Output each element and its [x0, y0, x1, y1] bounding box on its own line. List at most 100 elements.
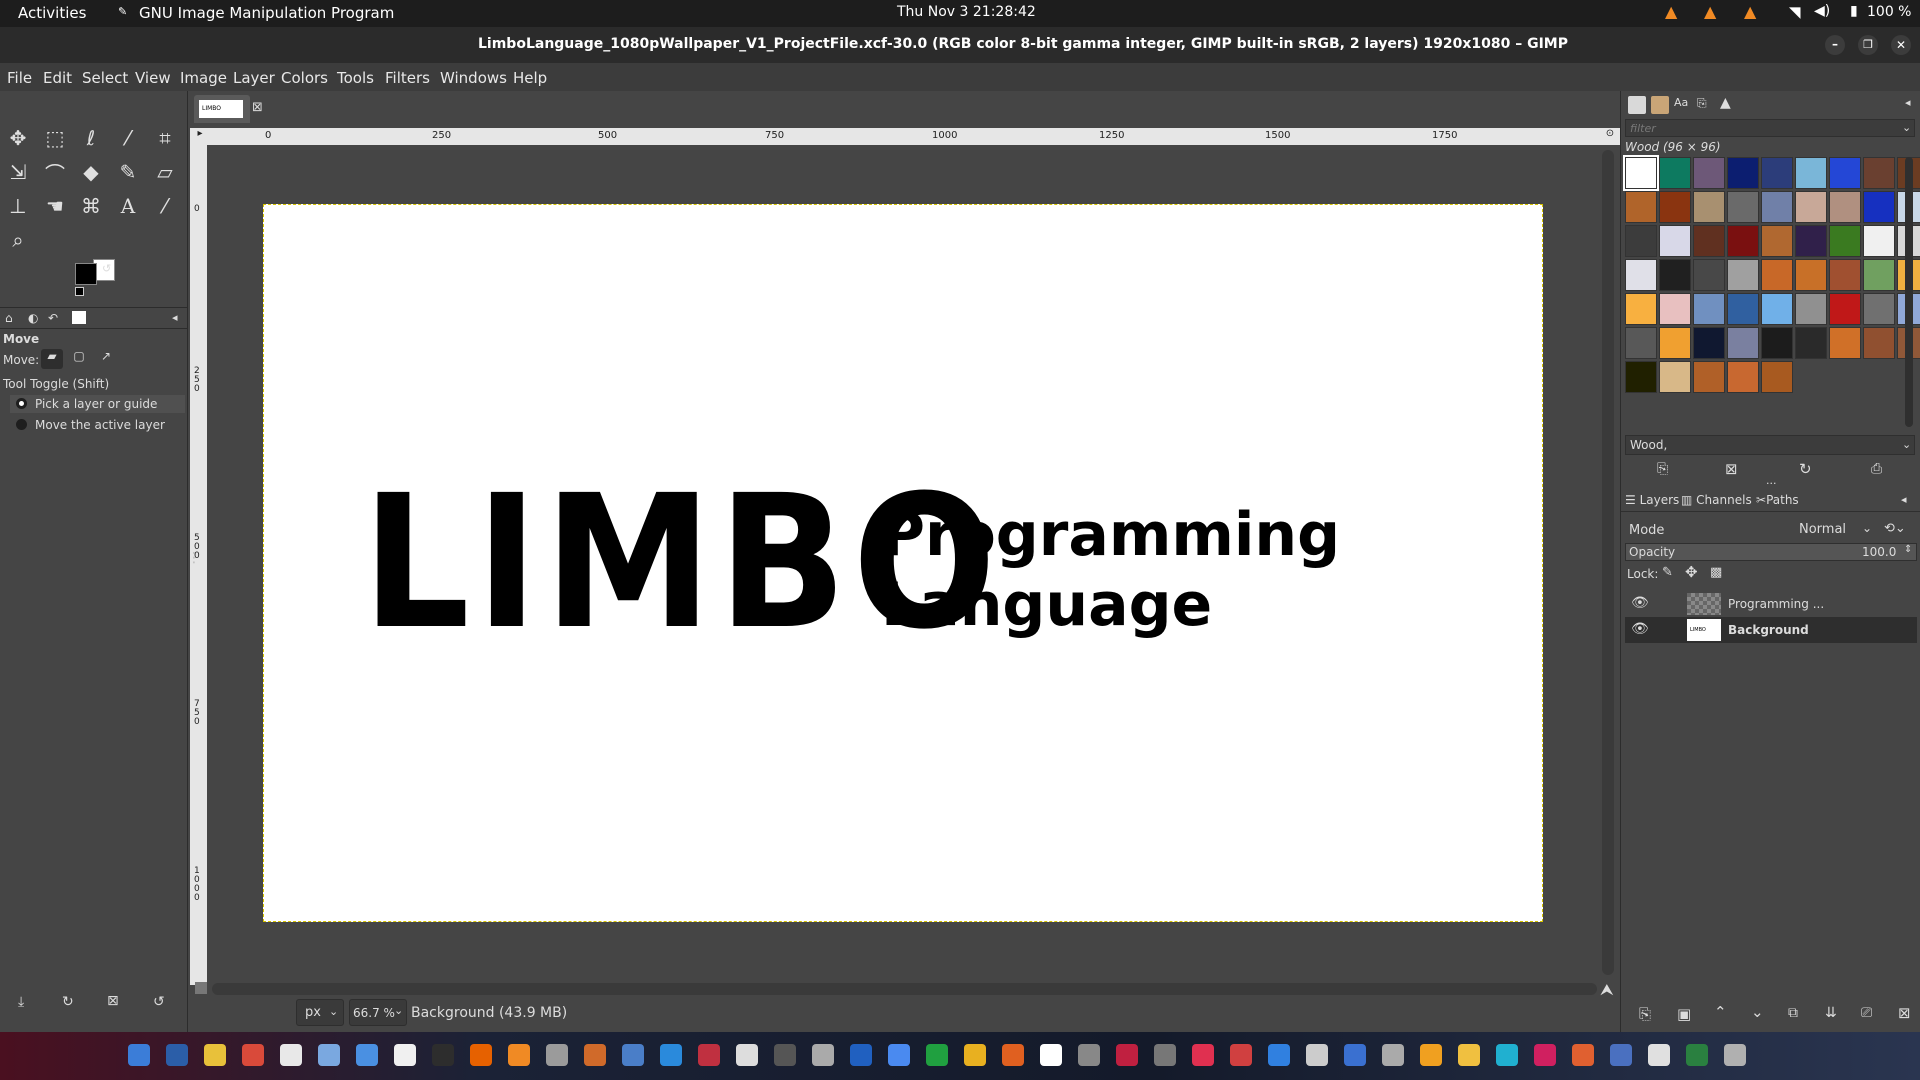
- window-title-bar[interactable]: LimboLanguage_1080pWallpaper_V1_ProjectF…: [0, 27, 1920, 63]
- pattern-swatch[interactable]: [1727, 327, 1759, 359]
- taskbar-app-icon[interactable]: [546, 1044, 568, 1066]
- taskbar-app-icon[interactable]: [432, 1044, 454, 1066]
- taskbar-app-icon[interactable]: [1192, 1044, 1214, 1066]
- taskbar-app-icon[interactable]: [1268, 1044, 1290, 1066]
- pattern-swatch[interactable]: [1625, 361, 1657, 393]
- vlc-tray-icon-3[interactable]: ▲: [1744, 2, 1756, 21]
- taskbar-app-icon[interactable]: [1116, 1044, 1138, 1066]
- pattern-swatch[interactable]: [1625, 225, 1657, 257]
- menu-edit[interactable]: Edit: [43, 69, 72, 87]
- minimize-button[interactable]: –: [1825, 35, 1845, 55]
- taskbar-app-icon[interactable]: [1306, 1044, 1328, 1066]
- pattern-swatch[interactable]: [1761, 259, 1793, 291]
- warp-tool-icon[interactable]: ⌒: [40, 157, 70, 187]
- pattern-swatch[interactable]: [1863, 259, 1895, 291]
- fuzzy-select-tool-icon[interactable]: ⁄: [113, 123, 143, 153]
- tab-channels[interactable]: ▥ Channels: [1681, 493, 1752, 507]
- pattern-swatch[interactable]: [1693, 225, 1725, 257]
- taskbar-app-icon[interactable]: [1572, 1044, 1594, 1066]
- lock-position-icon[interactable]: ✥: [1685, 563, 1698, 581]
- pattern-swatch[interactable]: [1795, 327, 1827, 359]
- pattern-swatch[interactable]: [1693, 293, 1725, 325]
- pattern-swatch[interactable]: [1829, 293, 1861, 325]
- dynamics-tab-icon[interactable]: ▲: [1720, 95, 1731, 111]
- taskbar-app-icon[interactable]: [774, 1044, 796, 1066]
- raise-layer-icon[interactable]: ⌃: [1714, 1003, 1727, 1021]
- taskbar-app-icon[interactable]: [204, 1044, 226, 1066]
- taskbar-app-icon[interactable]: [1610, 1044, 1632, 1066]
- pattern-swatch[interactable]: [1863, 157, 1895, 189]
- taskbar-app-icon[interactable]: [1154, 1044, 1176, 1066]
- pattern-swatch[interactable]: [1761, 225, 1793, 257]
- taskbar-app-icon[interactable]: [888, 1044, 910, 1066]
- menu-help[interactable]: Help: [513, 69, 547, 87]
- taskbar-app-icon[interactable]: [698, 1044, 720, 1066]
- zoom-tool-icon[interactable]: ⌕: [3, 225, 33, 255]
- taskbar-app-icon[interactable]: [1382, 1044, 1404, 1066]
- configure-tab-icon[interactable]: ◂: [172, 311, 178, 324]
- visibility-eye-icon[interactable]: 👁: [1631, 621, 1649, 637]
- menu-windows[interactable]: Windows: [440, 69, 507, 87]
- pattern-swatch[interactable]: [1795, 157, 1827, 189]
- switch-mode-icon[interactable]: ⟲⌄: [1884, 521, 1906, 536]
- taskbar-app-icon[interactable]: [812, 1044, 834, 1066]
- pattern-swatch[interactable]: [1625, 259, 1657, 291]
- menu-tools[interactable]: Tools: [337, 69, 374, 87]
- taskbar-app-icon[interactable]: [1078, 1044, 1100, 1066]
- pattern-swatch[interactable]: [1625, 327, 1657, 359]
- menu-select[interactable]: Select: [82, 69, 128, 87]
- pattern-swatch[interactable]: [1829, 259, 1861, 291]
- horizontal-scrollbar[interactable]: [212, 983, 1597, 995]
- transform-tool-icon[interactable]: ⇲: [3, 157, 33, 187]
- taskbar-app-icon[interactable]: [622, 1044, 644, 1066]
- zoom-image-when-window-resized-icon[interactable]: ⊙: [1600, 128, 1620, 145]
- navigate-icon[interactable]: ⮝: [1600, 980, 1614, 1000]
- maximize-button[interactable]: ❐: [1858, 35, 1878, 55]
- taskbar-app-icon[interactable]: [280, 1044, 302, 1066]
- lock-pixels-icon[interactable]: ✎: [1662, 565, 1673, 580]
- paths-tool-icon[interactable]: ⌘: [76, 191, 106, 221]
- horizontal-ruler[interactable]: 0 250 500 750 1000 1250 1500 1750: [210, 128, 1600, 145]
- opacity-slider[interactable]: Opacity 100.0 ⇕: [1625, 543, 1917, 561]
- app-menu-label[interactable]: GNU Image Manipulation Program: [139, 4, 394, 22]
- option-pick-layer[interactable]: Pick a layer or guide: [10, 395, 185, 413]
- tool-options-tab-icon[interactable]: ⌂: [5, 311, 13, 325]
- pattern-swatch[interactable]: [1761, 293, 1793, 325]
- pattern-swatch[interactable]: [1863, 225, 1895, 257]
- brushes-tab-icon[interactable]: [1628, 96, 1646, 114]
- refresh-patterns-icon[interactable]: ↻: [1799, 460, 1812, 478]
- tab-paths[interactable]: ✂Paths: [1756, 493, 1799, 507]
- vertical-scrollbar[interactable]: [1602, 150, 1614, 975]
- layer-mask-icon[interactable]: ⎚: [1861, 1005, 1872, 1021]
- image-canvas[interactable]: LIMBO Programming Language: [263, 204, 1543, 922]
- taskbar-app-icon[interactable]: [1458, 1044, 1480, 1066]
- swap-colors-icon[interactable]: ↺: [102, 262, 111, 275]
- taskbar-app-icon[interactable]: [660, 1044, 682, 1066]
- taskbar-app-icon[interactable]: [1686, 1044, 1708, 1066]
- fonts-tab-icon[interactable]: Aa: [1674, 96, 1688, 109]
- image-tab-close-icon[interactable]: ⊠: [252, 100, 263, 115]
- activities-button[interactable]: Activities: [18, 4, 86, 22]
- pattern-swatch[interactable]: [1659, 361, 1691, 393]
- opacity-spinner-icon[interactable]: ⇕: [1904, 544, 1912, 555]
- battery-icon[interactable]: ▮: [1850, 3, 1858, 19]
- move-selection-mode-icon[interactable]: ▢: [68, 349, 90, 369]
- pattern-swatch[interactable]: [1727, 361, 1759, 393]
- layer-row-selected[interactable]: 👁 LIMBO Background: [1625, 617, 1917, 643]
- clock[interactable]: Thu Nov 3 21:28:42: [897, 4, 1036, 20]
- pattern-swatch[interactable]: [1863, 293, 1895, 325]
- taskbar-app-icon[interactable]: [1002, 1044, 1024, 1066]
- undo-history-tab-icon[interactable]: ↶: [48, 311, 58, 325]
- smudge-tool-icon[interactable]: ☚: [40, 191, 70, 221]
- pattern-dock-menu-icon[interactable]: ◂: [1905, 96, 1911, 109]
- patterns-tab-icon[interactable]: [1651, 96, 1669, 114]
- paintbrush-tool-icon[interactable]: ✎: [113, 157, 143, 187]
- taskbar-app-icon[interactable]: [584, 1044, 606, 1066]
- pattern-swatch[interactable]: [1863, 327, 1895, 359]
- pattern-swatch[interactable]: [1761, 191, 1793, 223]
- move-layer-mode-icon[interactable]: ▰: [41, 349, 63, 369]
- layer-row[interactable]: 👁 Programming ...: [1625, 591, 1917, 617]
- unit-select[interactable]: px ⌄: [296, 999, 344, 1026]
- delete-tool-preset-icon[interactable]: ⊠: [107, 993, 119, 1009]
- taskbar-app-icon[interactable]: [470, 1044, 492, 1066]
